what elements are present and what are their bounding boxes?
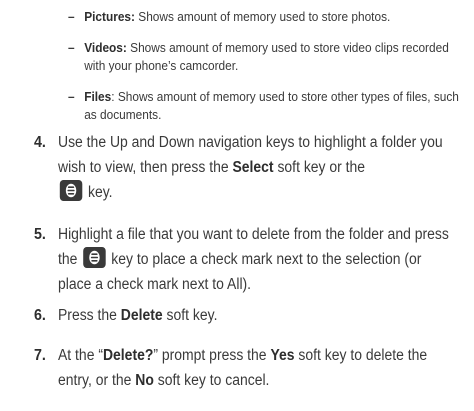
step-4: 4. Use the Up and Down navigation keys t… (34, 130, 464, 205)
center-select-key-icon (59, 180, 83, 201)
step-text: soft key to cancel. (153, 372, 270, 389)
step-5: 5. Highlight a file that you want to del… (34, 222, 464, 297)
step-number: 6. (34, 307, 46, 324)
dash-marker: – (68, 40, 75, 55)
step-content: Use the Up and Down navigation keys to h… (58, 130, 459, 205)
step-text: Press the (58, 307, 121, 324)
sub-item-content: Pictures: Shows amount of memory used to… (84, 8, 473, 26)
sub-item-content: Videos: Shows amount of memory used to s… (84, 39, 473, 75)
no-softkey-label: No (135, 372, 154, 389)
dash-marker: – (68, 89, 75, 104)
step-text: ” prompt press the (153, 347, 271, 364)
step-number: 4. (34, 134, 46, 151)
step-6: 6. Press the Delete soft key. (34, 303, 464, 328)
step-7: 7. At the “Delete?” prompt press the Yes… (34, 343, 464, 393)
center-select-key-icon (83, 247, 106, 268)
delete-softkey-label: Delete (120, 307, 163, 324)
sub-item-label: Files (84, 89, 112, 104)
sub-item-text: Shows amount of memory used to store pho… (134, 9, 391, 24)
step-content: At the “Delete?” prompt press the Yes so… (58, 343, 459, 393)
step-content: Highlight a file that you want to delete… (58, 222, 459, 297)
yes-softkey-label: Yes (270, 347, 295, 364)
sub-item-videos: – Videos: Shows amount of memory used to… (68, 39, 473, 75)
step-text: soft key. (162, 307, 218, 324)
step-text: soft key or the (273, 159, 366, 176)
dash-marker: – (68, 9, 75, 24)
select-softkey-label: Select (232, 159, 274, 176)
manual-page: – Pictures: Shows amount of memory used … (0, 0, 474, 411)
step-text: key to place a check mark next to the se… (58, 251, 422, 293)
sub-item-text: Shows amount of memory used to store vid… (84, 40, 449, 73)
sub-item-text: : Shows amount of memory used to store o… (84, 89, 459, 122)
sub-item-files: – Files: Shows amount of memory used to … (68, 88, 473, 124)
sub-item-label: Videos: (84, 40, 127, 55)
step-content: Press the Delete soft key. (58, 303, 459, 328)
sub-item-pictures: – Pictures: Shows amount of memory used … (68, 8, 473, 26)
step-number: 5. (34, 226, 46, 243)
step-text: key. (84, 184, 113, 201)
step-number: 7. (34, 347, 46, 364)
step-text: At the “ (58, 347, 103, 364)
sub-item-content: Files: Shows amount of memory used to st… (84, 88, 473, 124)
sub-item-label: Pictures: (84, 9, 135, 24)
delete-prompt-label: Delete? (102, 347, 154, 364)
